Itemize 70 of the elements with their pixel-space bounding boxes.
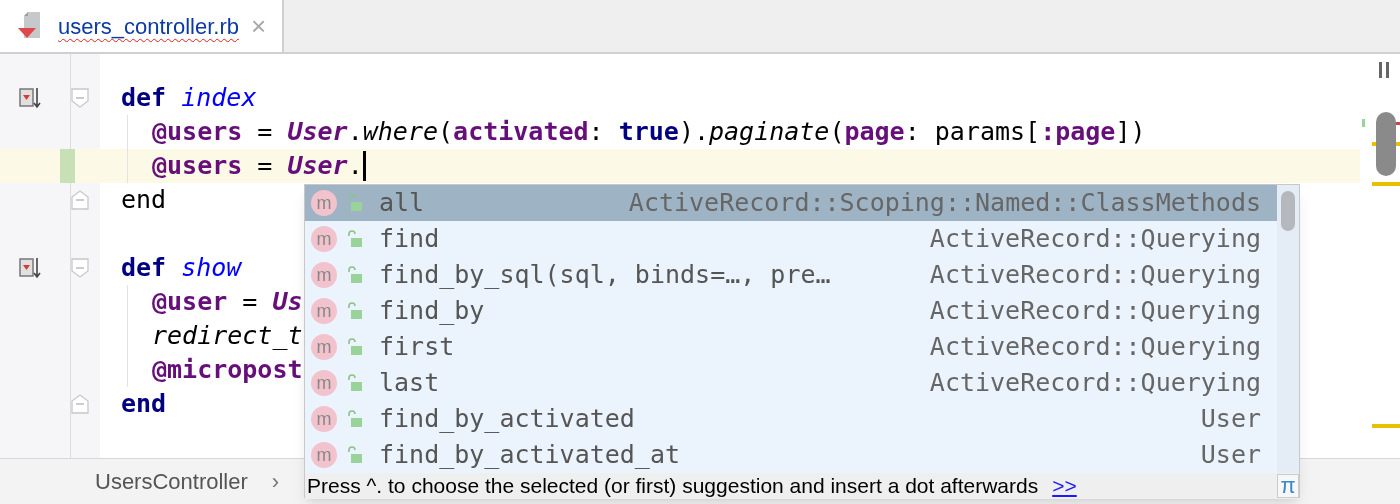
tab-title: users_controller.rb	[58, 12, 239, 41]
completion-item[interactable]: m find ActiveRecord::Querying	[305, 221, 1277, 257]
fold-marker-icon[interactable]	[70, 189, 90, 211]
breadcrumb-separator: ›	[271, 468, 280, 496]
warning-stripe	[1372, 424, 1400, 428]
code-line: @user = Us	[152, 286, 303, 318]
lock-icon	[347, 230, 363, 248]
completion-item[interactable]: m find_by_sql(sql, binds=…, pre… ActiveRecord::Querying	[305, 257, 1277, 293]
warning-stripe	[1372, 182, 1400, 186]
code-line: @users = User.	[152, 150, 363, 182]
completion-name: find	[379, 223, 440, 256]
method-badge: m	[311, 406, 337, 432]
method-badge: m	[311, 262, 337, 288]
completion-item[interactable]: m find_by_activated_at User	[305, 437, 1277, 473]
code-line: def show	[121, 252, 242, 284]
method-badge: m	[311, 334, 337, 360]
completion-owner: ActiveRecord::Scoping::Named::ClassMethods	[628, 187, 1261, 220]
code-line: def index	[121, 82, 257, 114]
method-badge: m	[311, 442, 337, 468]
completion-item[interactable]: m find_by_activated User	[305, 401, 1277, 437]
completion-item[interactable]: m find_by ActiveRecord::Querying	[305, 293, 1277, 329]
lock-icon	[347, 338, 363, 356]
bookmark-arrow-icon	[18, 256, 42, 280]
completion-name: all	[379, 187, 425, 220]
completion-owner: ActiveRecord::Querying	[929, 367, 1261, 400]
completion-item[interactable]: m first ActiveRecord::Querying	[305, 329, 1277, 365]
change-marker	[60, 149, 75, 183]
bookmark-arrow-icon	[18, 86, 42, 110]
code-line: redirect_t	[152, 320, 303, 352]
code-line: @micropost	[152, 354, 303, 386]
scrollbar-thumb[interactable]	[1281, 191, 1295, 231]
more-link[interactable]: >>	[1052, 470, 1077, 502]
completion-name: first	[379, 331, 455, 364]
pause-icon	[1378, 62, 1390, 78]
hint-text: Press ^. to choose the selected (or first) suggestion and insert a dot afterwards	[307, 473, 1039, 500]
fold-marker-icon[interactable]	[70, 257, 90, 279]
lock-icon	[347, 194, 363, 212]
fold-marker-icon[interactable]	[70, 393, 90, 415]
completion-owner: User	[1200, 439, 1261, 472]
completion-owner: ActiveRecord::Querying	[929, 259, 1261, 292]
completion-name: last	[379, 367, 440, 400]
completion-owner: ActiveRecord::Querying	[929, 295, 1261, 328]
lock-icon	[347, 374, 363, 392]
method-badge: m	[311, 370, 337, 396]
completion-owner: ActiveRecord::Querying	[929, 331, 1261, 364]
completion-name: find_by	[379, 295, 485, 328]
change-stripe	[1362, 119, 1365, 127]
code-line: end	[121, 184, 167, 216]
breadcrumb-item[interactable]: UsersController	[95, 465, 248, 498]
lock-icon	[347, 302, 363, 320]
completion-name: find_by_sql(sql, binds=…, pre…	[379, 259, 831, 292]
method-badge: m	[311, 298, 337, 324]
method-badge: m	[311, 190, 337, 216]
lock-icon	[347, 446, 363, 464]
lock-icon	[347, 410, 363, 428]
completion-item[interactable]: m all ActiveRecord::Scoping::Named::ClassMethods	[305, 185, 1277, 221]
completion-item[interactable]: m last ActiveRecord::Querying	[305, 365, 1277, 401]
method-badge: m	[311, 226, 337, 252]
completion-owner: ActiveRecord::Querying	[929, 223, 1261, 256]
editor-tab[interactable]: users_controller.rb ×	[0, 0, 285, 52]
fold-marker-icon[interactable]	[70, 87, 90, 109]
text-caret	[362, 151, 366, 181]
code-line: @users = User.where(activated: true).paginate(page: params[:page])	[152, 116, 1146, 148]
code-line: end	[121, 388, 167, 420]
completion-name: find_by_activated	[379, 403, 635, 436]
lock-icon	[347, 266, 363, 284]
scrollbar-thumb[interactable]	[1376, 112, 1396, 176]
completion-owner: User	[1200, 403, 1261, 436]
completion-name: find_by_activated_at	[379, 439, 681, 472]
pi-button[interactable]: π	[1277, 474, 1299, 498]
